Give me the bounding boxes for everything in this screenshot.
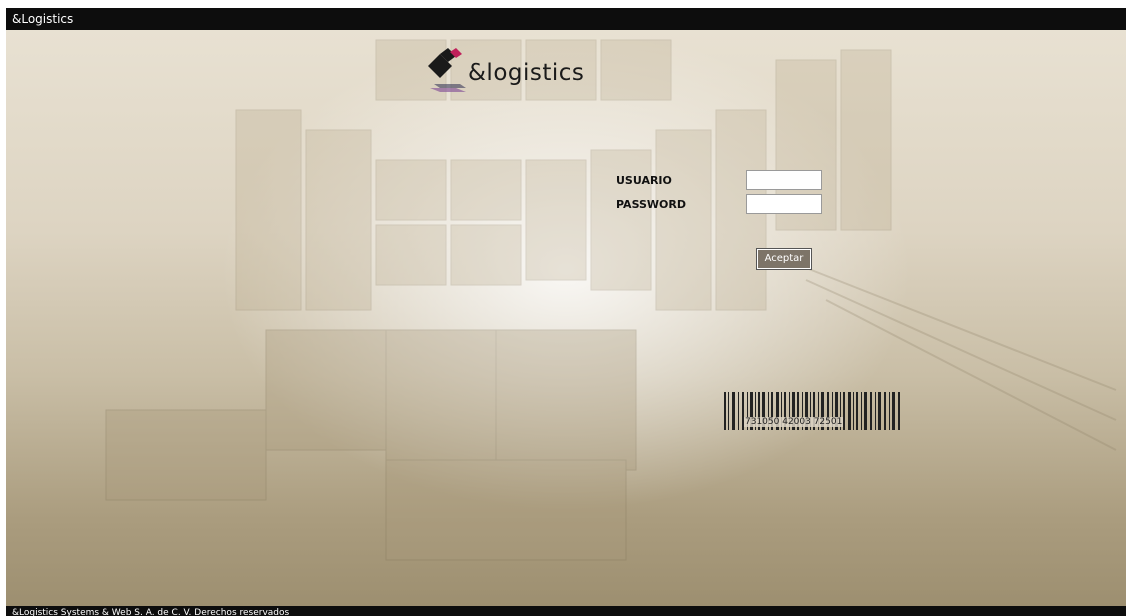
login-background: &logistics USUARIO PASSWORD Aceptar 7310… bbox=[6, 30, 1126, 606]
password-input[interactable] bbox=[746, 194, 822, 214]
barcode-number: 731050 42003 72501 bbox=[744, 417, 844, 427]
accept-button[interactable]: Aceptar bbox=[756, 248, 812, 270]
password-label: PASSWORD bbox=[616, 198, 687, 211]
username-input[interactable] bbox=[746, 170, 822, 190]
diamond-logo-icon bbox=[428, 48, 466, 92]
username-label: USUARIO bbox=[616, 174, 672, 187]
footer-bar: &Logistics Systems & Web S. A. de C. V. … bbox=[6, 606, 1126, 616]
warehouse-background-image bbox=[105, 39, 1117, 561]
window-title-bar: &Logistics bbox=[6, 8, 1126, 30]
footer-copyright: &Logistics Systems & Web S. A. de C. V. … bbox=[12, 608, 290, 616]
window-title: &Logistics bbox=[12, 12, 74, 26]
brand-logo-text: &logistics bbox=[468, 60, 585, 86]
